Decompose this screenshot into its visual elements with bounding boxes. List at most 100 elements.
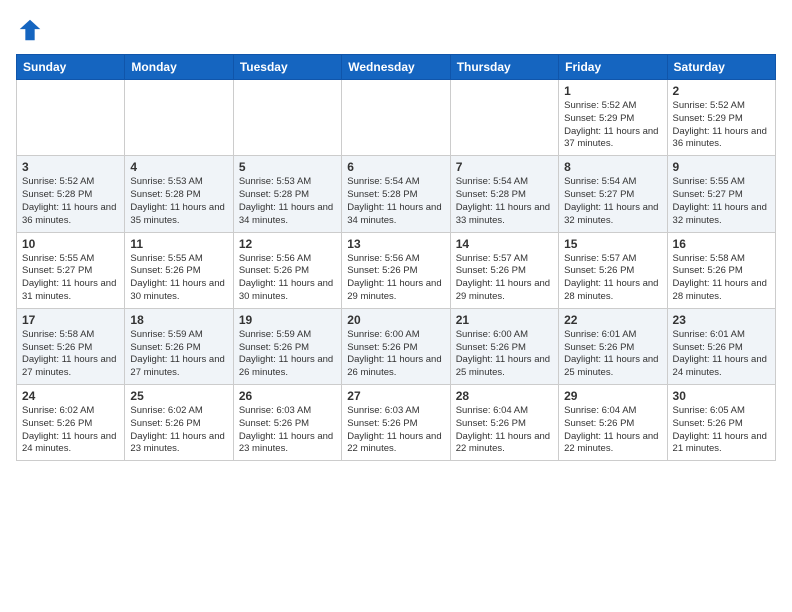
calendar-week-row: 24 Sunrise: 6:02 AM Sunset: 5:26 PM Dayli… — [17, 385, 776, 461]
day-info: Sunrise: 6:04 AM Sunset: 5:26 PM Dayligh… — [564, 405, 661, 456]
day-number: 14 — [456, 237, 553, 251]
day-number: 2 — [673, 84, 770, 98]
day-info: Sunrise: 5:59 AM Sunset: 5:26 PM Dayligh… — [239, 329, 336, 380]
day-info: Sunrise: 5:56 AM Sunset: 5:26 PM Dayligh… — [239, 253, 336, 304]
day-info: Sunrise: 5:58 AM Sunset: 5:26 PM Dayligh… — [673, 253, 770, 304]
day-info: Sunrise: 6:01 AM Sunset: 5:26 PM Dayligh… — [564, 329, 661, 380]
calendar-week-row: 17 Sunrise: 5:58 AM Sunset: 5:26 PM Dayli… — [17, 308, 776, 384]
calendar-cell — [233, 80, 341, 156]
calendar-cell — [125, 80, 233, 156]
calendar-cell: 9Sunrise: 5:55 AM Sunset: 5:27 PM Daylig… — [667, 156, 775, 232]
day-number: 11 — [130, 237, 227, 251]
weekday-header-row: SundayMondayTuesdayWednesdayThursdayFrid… — [17, 55, 776, 80]
logo — [16, 16, 48, 44]
calendar-cell: 29 Sunrise: 6:04 AM Sunset: 5:26 PM Dayli… — [559, 385, 667, 461]
day-info: Sunrise: 5:55 AM Sunset: 5:27 PM Dayligh… — [22, 253, 119, 304]
calendar-cell: 13 Sunrise: 5:56 AM Sunset: 5:26 PM Dayli… — [342, 232, 450, 308]
day-number: 12 — [239, 237, 336, 251]
calendar-cell: 8 Sunrise: 5:54 AM Sunset: 5:27 PM Daylig… — [559, 156, 667, 232]
day-number: 4 — [130, 160, 227, 174]
weekday-header-sunday: Sunday — [17, 55, 125, 80]
day-info: Sunrise: 5:57 AM Sunset: 5:26 PM Dayligh… — [564, 253, 661, 304]
calendar-cell — [17, 80, 125, 156]
day-number: 29 — [564, 389, 661, 403]
calendar-cell: 6Sunrise: 5:54 AM Sunset: 5:28 PM Daylig… — [342, 156, 450, 232]
weekday-header-wednesday: Wednesday — [342, 55, 450, 80]
day-info: Sunrise: 5:55 AM Sunset: 5:26 PM Dayligh… — [130, 253, 227, 304]
day-info: Sunrise: 5:52 AM Sunset: 5:29 PM Dayligh… — [564, 100, 661, 151]
day-info: Sunrise: 6:03 AM Sunset: 5:26 PM Dayligh… — [239, 405, 336, 456]
day-info: Sunrise: 6:00 AM Sunset: 5:26 PM Dayligh… — [347, 329, 444, 380]
day-number: 3 — [22, 160, 119, 174]
calendar-week-row: 10 Sunrise: 5:55 AM Sunset: 5:27 PM Dayli… — [17, 232, 776, 308]
calendar-cell: 19 Sunrise: 5:59 AM Sunset: 5:26 PM Dayli… — [233, 308, 341, 384]
day-info: Sunrise: 6:00 AM Sunset: 5:26 PM Dayligh… — [456, 329, 553, 380]
day-number: 17 — [22, 313, 119, 327]
day-info: Sunrise: 6:02 AM Sunset: 5:26 PM Dayligh… — [22, 405, 119, 456]
day-number: 30 — [673, 389, 770, 403]
day-number: 28 — [456, 389, 553, 403]
day-number: 15 — [564, 237, 661, 251]
day-number: 26 — [239, 389, 336, 403]
calendar-cell — [450, 80, 558, 156]
calendar-cell: 3 Sunrise: 5:52 AM Sunset: 5:28 PM Daylig… — [17, 156, 125, 232]
calendar-cell: 17 Sunrise: 5:58 AM Sunset: 5:26 PM Dayli… — [17, 308, 125, 384]
calendar-cell: 26 Sunrise: 6:03 AM Sunset: 5:26 PM Dayli… — [233, 385, 341, 461]
page-header — [16, 16, 776, 44]
day-info: Sunrise: 5:53 AM Sunset: 5:28 PM Dayligh… — [130, 176, 227, 227]
day-number: 19 — [239, 313, 336, 327]
day-info: Sunrise: 6:04 AM Sunset: 5:26 PM Dayligh… — [456, 405, 553, 456]
calendar-cell: 1 Sunrise: 5:52 AM Sunset: 5:29 PM Daylig… — [559, 80, 667, 156]
day-number: 13 — [347, 237, 444, 251]
day-info: Sunrise: 5:54 AM Sunset: 5:27 PM Dayligh… — [564, 176, 661, 227]
day-info: Sunrise: 5:56 AM Sunset: 5:26 PM Dayligh… — [347, 253, 444, 304]
calendar-cell: 10 Sunrise: 5:55 AM Sunset: 5:27 PM Dayli… — [17, 232, 125, 308]
day-info: Sunrise: 5:58 AM Sunset: 5:26 PM Dayligh… — [22, 329, 119, 380]
calendar-cell: 24 Sunrise: 6:02 AM Sunset: 5:26 PM Dayli… — [17, 385, 125, 461]
day-number: 21 — [456, 313, 553, 327]
day-number: 20 — [347, 313, 444, 327]
calendar-cell — [342, 80, 450, 156]
day-number: 18 — [130, 313, 227, 327]
day-info: Sunrise: 5:57 AM Sunset: 5:26 PM Dayligh… — [456, 253, 553, 304]
weekday-header-thursday: Thursday — [450, 55, 558, 80]
day-number: 22 — [564, 313, 661, 327]
calendar-cell: 12 Sunrise: 5:56 AM Sunset: 5:26 PM Dayli… — [233, 232, 341, 308]
logo-icon — [16, 16, 44, 44]
day-number: 6 — [347, 160, 444, 174]
calendar-cell: 2 Sunrise: 5:52 AM Sunset: 5:29 PM Daylig… — [667, 80, 775, 156]
calendar-cell: 11 Sunrise: 5:55 AM Sunset: 5:26 PM Dayli… — [125, 232, 233, 308]
weekday-header-friday: Friday — [559, 55, 667, 80]
calendar-cell: 7Sunrise: 5:54 AM Sunset: 5:28 PM Daylig… — [450, 156, 558, 232]
calendar-body: 1 Sunrise: 5:52 AM Sunset: 5:29 PM Daylig… — [17, 80, 776, 461]
calendar-cell: 5Sunrise: 5:53 AM Sunset: 5:28 PM Daylig… — [233, 156, 341, 232]
calendar-cell: 20 Sunrise: 6:00 AM Sunset: 5:26 PM Dayli… — [342, 308, 450, 384]
calendar-cell: 30 Sunrise: 6:05 AM Sunset: 5:26 PM Dayli… — [667, 385, 775, 461]
day-info: Sunrise: 6:05 AM Sunset: 5:26 PM Dayligh… — [673, 405, 770, 456]
calendar-cell: 18Sunrise: 5:59 AM Sunset: 5:26 PM Dayli… — [125, 308, 233, 384]
day-number: 5 — [239, 160, 336, 174]
weekday-header-tuesday: Tuesday — [233, 55, 341, 80]
day-info: Sunrise: 6:01 AM Sunset: 5:26 PM Dayligh… — [673, 329, 770, 380]
calendar-cell: 28 Sunrise: 6:04 AM Sunset: 5:26 PM Dayli… — [450, 385, 558, 461]
calendar-cell: 4 Sunrise: 5:53 AM Sunset: 5:28 PM Daylig… — [125, 156, 233, 232]
day-number: 10 — [22, 237, 119, 251]
day-info: Sunrise: 5:54 AM Sunset: 5:28 PM Dayligh… — [456, 176, 553, 227]
day-number: 25 — [130, 389, 227, 403]
calendar-cell: 25Sunrise: 6:02 AM Sunset: 5:26 PM Dayli… — [125, 385, 233, 461]
weekday-header-saturday: Saturday — [667, 55, 775, 80]
calendar-cell: 16Sunrise: 5:58 AM Sunset: 5:26 PM Dayli… — [667, 232, 775, 308]
calendar-table: SundayMondayTuesdayWednesdayThursdayFrid… — [16, 54, 776, 461]
calendar-cell: 27Sunrise: 6:03 AM Sunset: 5:26 PM Dayli… — [342, 385, 450, 461]
day-number: 24 — [22, 389, 119, 403]
calendar-cell: 21 Sunrise: 6:00 AM Sunset: 5:26 PM Dayli… — [450, 308, 558, 384]
day-info: Sunrise: 5:52 AM Sunset: 5:29 PM Dayligh… — [673, 100, 770, 151]
day-number: 1 — [564, 84, 661, 98]
weekday-header-monday: Monday — [125, 55, 233, 80]
day-number: 23 — [673, 313, 770, 327]
day-info: Sunrise: 5:52 AM Sunset: 5:28 PM Dayligh… — [22, 176, 119, 227]
calendar-header: SundayMondayTuesdayWednesdayThursdayFrid… — [17, 55, 776, 80]
calendar-cell: 22 Sunrise: 6:01 AM Sunset: 5:26 PM Dayli… — [559, 308, 667, 384]
calendar-cell: 14 Sunrise: 5:57 AM Sunset: 5:26 PM Dayli… — [450, 232, 558, 308]
day-number: 8 — [564, 160, 661, 174]
